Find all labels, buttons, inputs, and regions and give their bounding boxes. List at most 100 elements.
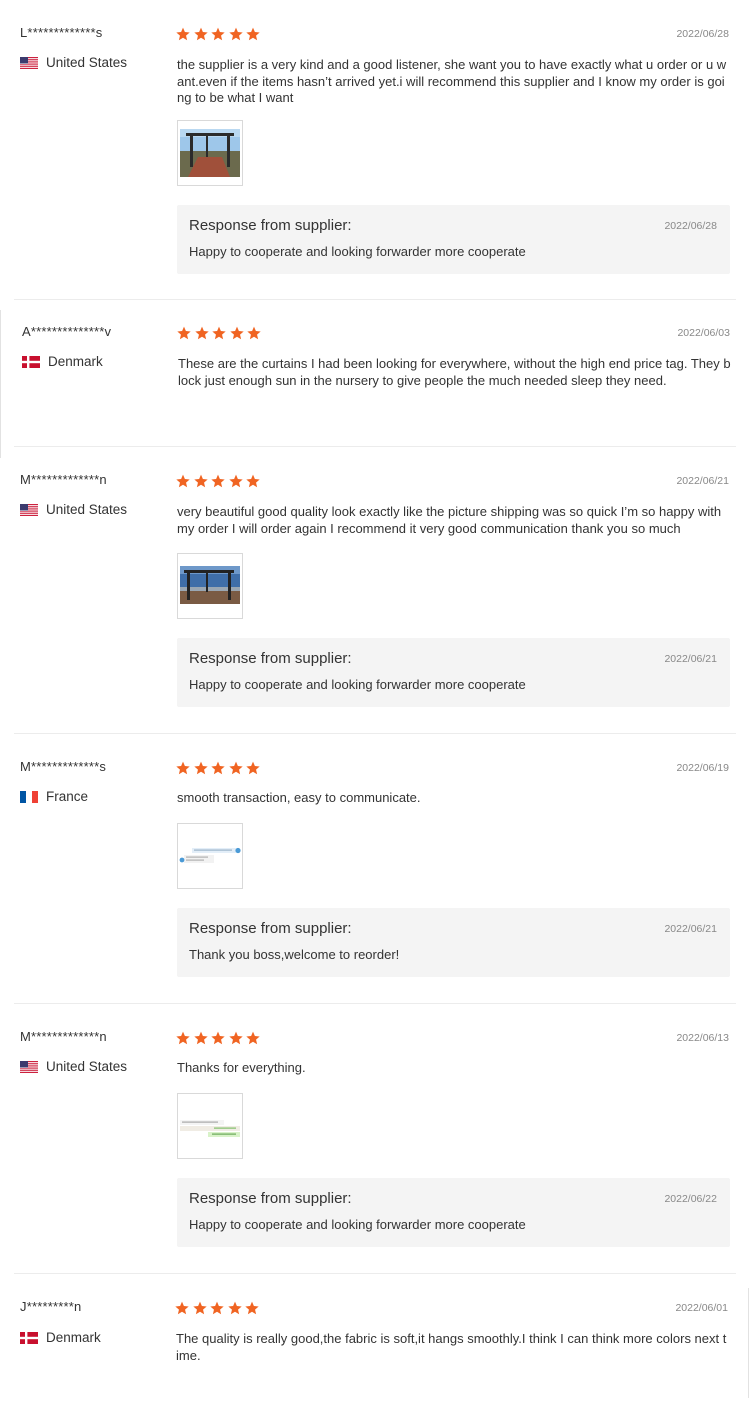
star-icon [228, 27, 243, 41]
star-icon [211, 27, 225, 41]
star-icon [193, 474, 208, 488]
review-photo-thumbnail[interactable] [177, 823, 243, 889]
flag-icon [20, 56, 38, 69]
chat-screenshot-photo [178, 1094, 242, 1158]
review-divider [14, 733, 736, 734]
reviewer-country: United States [20, 55, 127, 70]
review-date: 2022/06/13 [676, 1032, 729, 1044]
response-title: Response from supplier: [189, 920, 352, 937]
star-icon [193, 27, 208, 41]
supplier-response: Response from supplier: 2022/06/21 Happy… [177, 638, 730, 707]
response-text: Thank you boss,welcome to reorder! [189, 947, 400, 962]
star-icon [246, 27, 260, 41]
flag-icon [20, 1060, 38, 1073]
country-name: United States [46, 1059, 128, 1074]
star-rating [175, 1301, 263, 1315]
response-title: Response from supplier: [189, 650, 352, 667]
review-text: These are the curtains I had been lookin… [178, 356, 731, 388]
gazebo-photo [178, 554, 242, 618]
country-name: Denmark [46, 1330, 101, 1345]
country-name: France [46, 789, 89, 804]
star-icon [228, 474, 243, 488]
star-rating [176, 474, 264, 488]
reviewer-country: France [20, 789, 88, 804]
country-name: Denmark [48, 354, 103, 369]
star-rating [176, 1031, 264, 1045]
review-date: 2022/06/03 [677, 327, 730, 339]
response-date: 2022/06/22 [664, 1193, 717, 1205]
star-icon [211, 761, 225, 775]
response-text: Happy to cooperate and looking forwarder… [189, 677, 526, 692]
supplier-response: Response from supplier: 2022/06/28 Happy… [177, 205, 730, 274]
review-date: 2022/06/28 [676, 28, 729, 40]
star-icon [247, 326, 261, 340]
response-text: Happy to cooperate and looking forwarder… [189, 1217, 526, 1232]
supplier-response: Response from supplier: 2022/06/21 Thank… [177, 908, 730, 977]
review-date: 2022/06/21 [676, 475, 729, 487]
star-icon [193, 1031, 208, 1045]
star-icon [229, 326, 244, 340]
reviewer-country: Denmark [22, 354, 103, 369]
star-rating [177, 326, 265, 340]
review-divider [14, 299, 736, 300]
response-text: Happy to cooperate and looking forwarder… [189, 244, 526, 259]
star-icon [175, 1301, 189, 1315]
star-icon [176, 761, 190, 775]
star-icon [176, 474, 190, 488]
star-icon [246, 474, 260, 488]
star-icon [176, 27, 190, 41]
review-photo-thumbnail[interactable] [177, 120, 243, 186]
country-name: United States [46, 502, 128, 517]
star-rating [176, 27, 264, 41]
reviewer-country: United States [20, 1059, 127, 1074]
star-rating [176, 761, 264, 775]
reviewer-name: L*************s [20, 25, 103, 40]
flag-icon [20, 503, 38, 516]
reviewer-name: M*************n [20, 472, 107, 487]
star-icon [228, 1031, 243, 1045]
reviewer-name: J*********n [20, 1299, 82, 1314]
review-text: Thanks for everything. [177, 1060, 306, 1075]
review-text: very beautiful good quality look exactly… [177, 504, 722, 536]
star-icon [228, 761, 243, 775]
star-icon [212, 326, 226, 340]
response-date: 2022/06/28 [664, 220, 717, 232]
reviewer-name: M*************s [20, 759, 107, 774]
star-icon [227, 1301, 242, 1315]
review-divider [14, 446, 736, 447]
flag-icon [20, 1331, 38, 1344]
review-date: 2022/06/01 [675, 1302, 728, 1314]
star-icon [246, 761, 260, 775]
star-icon [192, 1301, 207, 1315]
flag-icon [20, 790, 38, 803]
review-text: smooth transaction, easy to communicate. [177, 790, 421, 805]
flag-icon [22, 355, 40, 368]
review-photo-thumbnail[interactable] [177, 1093, 243, 1159]
response-title: Response from supplier: [189, 217, 352, 234]
right-border-line [748, 1288, 749, 1398]
left-border-line [0, 310, 1, 458]
star-icon [245, 1301, 259, 1315]
star-icon [193, 761, 208, 775]
star-icon [194, 326, 209, 340]
star-icon [210, 1301, 224, 1315]
reviewer-country: United States [20, 502, 127, 517]
star-icon [211, 474, 225, 488]
reviewer-name: M*************n [20, 1029, 107, 1044]
star-icon [177, 326, 191, 340]
star-icon [211, 1031, 225, 1045]
star-icon [176, 1031, 190, 1045]
supplier-response: Response from supplier: 2022/06/22 Happy… [177, 1178, 730, 1247]
review-photo-thumbnail[interactable] [177, 553, 243, 619]
response-title: Response from supplier: [189, 1190, 352, 1207]
response-date: 2022/06/21 [664, 923, 717, 935]
review-date: 2022/06/19 [676, 762, 729, 774]
review-text: the supplier is a very kind and a good l… [177, 57, 727, 105]
response-date: 2022/06/21 [664, 653, 717, 665]
review-divider [14, 1003, 736, 1004]
chat-screenshot-photo [178, 824, 242, 888]
star-icon [246, 1031, 260, 1045]
reviewer-country: Denmark [20, 1330, 101, 1345]
review-text: The quality is really good,the fabric is… [176, 1331, 727, 1363]
review-divider [14, 1273, 736, 1274]
